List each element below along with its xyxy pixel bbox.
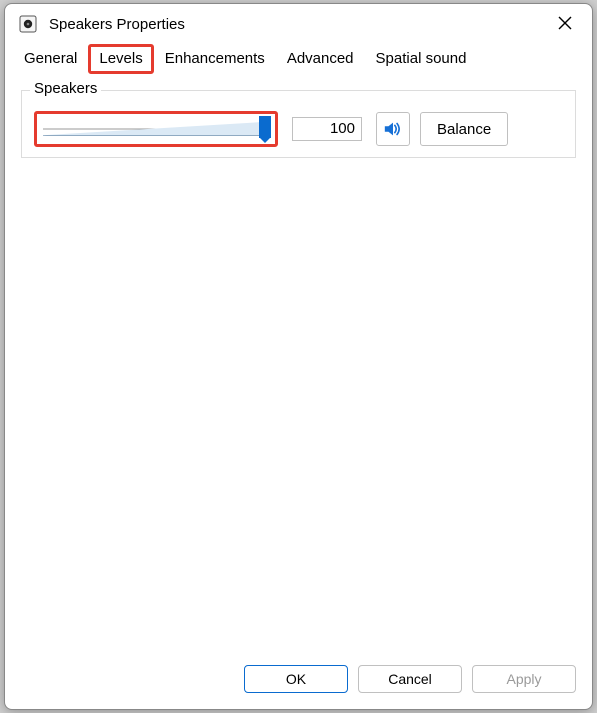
title-bar: Speakers Properties	[5, 4, 592, 44]
dialog-footer: OK Cancel Apply	[5, 651, 592, 709]
speaker-icon	[383, 118, 403, 140]
groupbox-title: Speakers	[30, 80, 101, 97]
volume-value[interactable]: 100	[292, 117, 362, 141]
tab-row: General Levels Enhancements Advanced Spa…	[5, 44, 592, 74]
tab-content: Speakers 100 Balance	[5, 74, 592, 651]
tab-general[interactable]: General	[13, 44, 88, 74]
close-button[interactable]	[542, 6, 588, 42]
close-icon	[558, 16, 572, 30]
tab-spatial-sound[interactable]: Spatial sound	[365, 44, 478, 74]
tab-levels[interactable]: Levels	[88, 44, 153, 74]
ok-button[interactable]: OK	[244, 665, 348, 693]
volume-row: 100 Balance	[34, 111, 563, 147]
properties-dialog: Speakers Properties General Levels Enhan…	[4, 3, 593, 710]
speakers-groupbox: Speakers 100 Balance	[21, 90, 576, 158]
tab-advanced[interactable]: Advanced	[276, 44, 365, 74]
balance-button[interactable]: Balance	[420, 112, 508, 146]
apply-button: Apply	[472, 665, 576, 693]
slider-thumb[interactable]	[259, 116, 271, 138]
window-title: Speakers Properties	[49, 16, 542, 33]
cancel-button[interactable]: Cancel	[358, 665, 462, 693]
tab-enhancements[interactable]: Enhancements	[154, 44, 276, 74]
mute-button[interactable]	[376, 112, 410, 146]
volume-slider[interactable]	[34, 111, 278, 147]
speaker-app-icon	[17, 13, 39, 35]
